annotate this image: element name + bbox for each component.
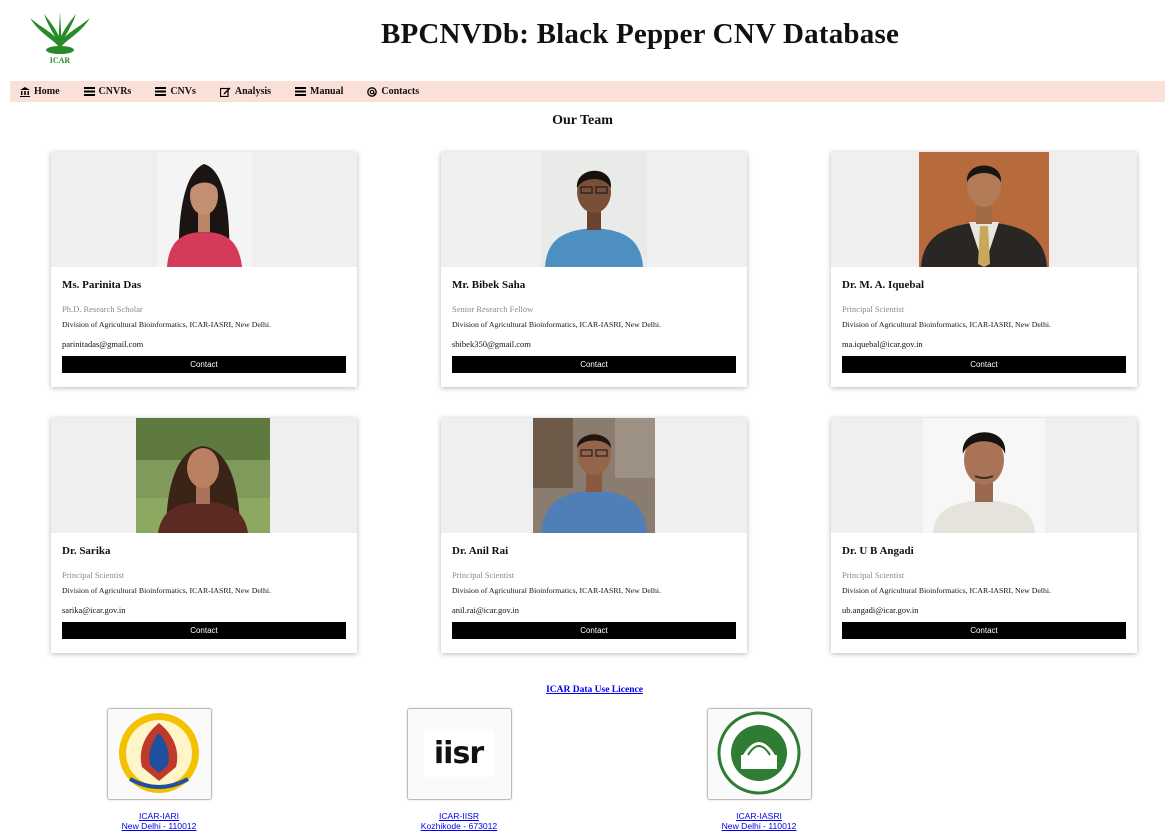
institute-location: New Delhi - 110012 bbox=[121, 820, 197, 831]
member-name: Dr. U B Angadi bbox=[842, 545, 914, 557]
iari-logo[interactable] bbox=[106, 708, 212, 800]
iisr-logo-text: iisr bbox=[423, 731, 494, 777]
nav-manual[interactable]: Manual bbox=[295, 86, 343, 97]
contact-button[interactable]: Contact bbox=[62, 356, 346, 373]
photo-area bbox=[51, 418, 357, 533]
iisr-link[interactable]: ICAR-IISR Kozhikode - 673012 bbox=[379, 811, 539, 831]
member-email: ma.iquebal@icar.gov.in bbox=[842, 339, 923, 349]
iisr-logo[interactable]: iisr bbox=[406, 708, 512, 800]
photo-area bbox=[441, 418, 747, 533]
team-card: Dr. Sarika Principal Scientist Division … bbox=[51, 418, 357, 653]
iari-link[interactable]: ICAR-IARI New Delhi - 110012 bbox=[79, 811, 239, 831]
nav-home[interactable]: Home bbox=[20, 86, 60, 97]
member-role: Principal Scientist bbox=[452, 570, 515, 580]
nav-contacts-label: Contacts bbox=[381, 86, 420, 97]
member-division: Division of Agricultural Bioinformatics,… bbox=[62, 586, 271, 595]
iasri-link[interactable]: ICAR-IASRI New Delhi - 110012 bbox=[679, 811, 839, 831]
contact-button[interactable]: Contact bbox=[452, 622, 736, 639]
member-role: Principal Scientist bbox=[842, 304, 905, 314]
main-nav: Home CNVRs CNVs Analysis Manual Contacts bbox=[10, 81, 1165, 102]
member-email: parinitadas@gmail.com bbox=[62, 339, 144, 349]
member-photo bbox=[533, 418, 655, 533]
at-icon bbox=[367, 86, 378, 97]
member-name: Dr. Sarika bbox=[62, 545, 111, 557]
team-card: Dr. M. A. Iquebal Principal Scientist Di… bbox=[831, 152, 1137, 387]
nav-home-label: Home bbox=[34, 86, 60, 97]
team-card: Dr. U B Angadi Principal Scientist Divis… bbox=[831, 418, 1137, 653]
edit-icon bbox=[219, 87, 231, 97]
member-division: Division of Agricultural Bioinformatics,… bbox=[452, 586, 661, 595]
nav-cnvrs[interactable]: CNVRs bbox=[83, 86, 132, 97]
nav-analysis-label: Analysis bbox=[234, 86, 272, 97]
member-role: Principal Scientist bbox=[62, 570, 125, 580]
member-role: Principal Scientist bbox=[842, 570, 905, 580]
team-card: Ms. Parinita Das Ph.D. Research Scholar … bbox=[51, 152, 357, 387]
member-role: Senior Research Fellow bbox=[452, 304, 534, 314]
nav-manual-label: Manual bbox=[310, 86, 344, 97]
photo-area bbox=[831, 418, 1137, 533]
team-card: Dr. Anil Rai Principal Scientist Divisio… bbox=[441, 418, 747, 653]
svg-text:ICAR: ICAR bbox=[50, 56, 71, 65]
institute-iasri: ICAR-IASRI New Delhi - 110012 bbox=[679, 708, 839, 831]
member-role: Ph.D. Research Scholar bbox=[62, 304, 143, 314]
member-photo bbox=[919, 152, 1049, 267]
member-photo bbox=[923, 418, 1045, 533]
list-icon bbox=[295, 87, 307, 96]
licence-link[interactable]: ICAR Data Use Licence bbox=[0, 685, 1165, 695]
member-division: Division of Agricultural Bioinformatics,… bbox=[842, 586, 1051, 595]
member-email: sbibek350@gmail.com bbox=[452, 339, 531, 349]
member-email: ub.angadi@icar.gov.in bbox=[842, 605, 919, 615]
bank-icon bbox=[20, 86, 30, 97]
nav-analysis[interactable]: Analysis bbox=[219, 86, 272, 97]
contact-button[interactable]: Contact bbox=[842, 622, 1126, 639]
nav-cnvs[interactable]: CNVs bbox=[155, 86, 196, 97]
institute-name: ICAR-IARI bbox=[138, 811, 180, 821]
member-division: Division of Agricultural Bioinformatics,… bbox=[62, 320, 271, 329]
member-photo bbox=[136, 418, 270, 533]
institute-iisr: iisr ICAR-IISR Kozhikode - 673012 bbox=[379, 708, 539, 831]
nav-cnvs-label: CNVs bbox=[170, 86, 196, 97]
member-photo bbox=[157, 152, 252, 267]
contact-button[interactable]: Contact bbox=[842, 356, 1126, 373]
member-name: Dr. Anil Rai bbox=[452, 545, 509, 557]
photo-area bbox=[51, 152, 357, 267]
list-icon bbox=[83, 87, 95, 96]
contact-button[interactable]: Contact bbox=[452, 356, 736, 373]
member-name: Mr. Bibek Saha bbox=[452, 279, 526, 291]
institute-iari: ICAR-IARI New Delhi - 110012 bbox=[79, 708, 239, 831]
institute-name: ICAR-IASRI bbox=[736, 811, 782, 821]
site-title: BPCNVDb: Black Pepper CNV Database bbox=[380, 18, 900, 50]
member-name: Dr. M. A. Iquebal bbox=[842, 279, 925, 291]
nav-cnvrs-label: CNVRs bbox=[98, 86, 132, 97]
member-division: Division of Agricultural Bioinformatics,… bbox=[842, 320, 1051, 329]
member-division: Division of Agricultural Bioinformatics,… bbox=[452, 320, 661, 329]
photo-area bbox=[441, 152, 747, 267]
nav-contacts[interactable]: Contacts bbox=[367, 86, 419, 97]
institute-location: Kozhikode - 673012 bbox=[420, 820, 498, 831]
member-email: sarika@icar.gov.in bbox=[62, 605, 126, 615]
institute-location: New Delhi - 110012 bbox=[721, 820, 797, 831]
member-name: Ms. Parinita Das bbox=[62, 279, 142, 291]
iasri-logo[interactable] bbox=[706, 708, 812, 800]
team-card: Mr. Bibek Saha Senior Research Fellow Di… bbox=[441, 152, 747, 387]
member-photo bbox=[541, 152, 647, 267]
member-email: anil.rai@icar.gov.in bbox=[452, 605, 519, 615]
page-header: ICAR BPCNVDb: Black Pepper CNV Database bbox=[0, 0, 1165, 80]
contact-button[interactable]: Contact bbox=[62, 622, 346, 639]
icar-logo[interactable]: ICAR bbox=[22, 10, 98, 66]
institute-name: ICAR-IISR bbox=[438, 811, 480, 821]
list-icon bbox=[155, 87, 167, 96]
section-title: Our Team bbox=[552, 113, 613, 128]
photo-area bbox=[831, 152, 1137, 267]
